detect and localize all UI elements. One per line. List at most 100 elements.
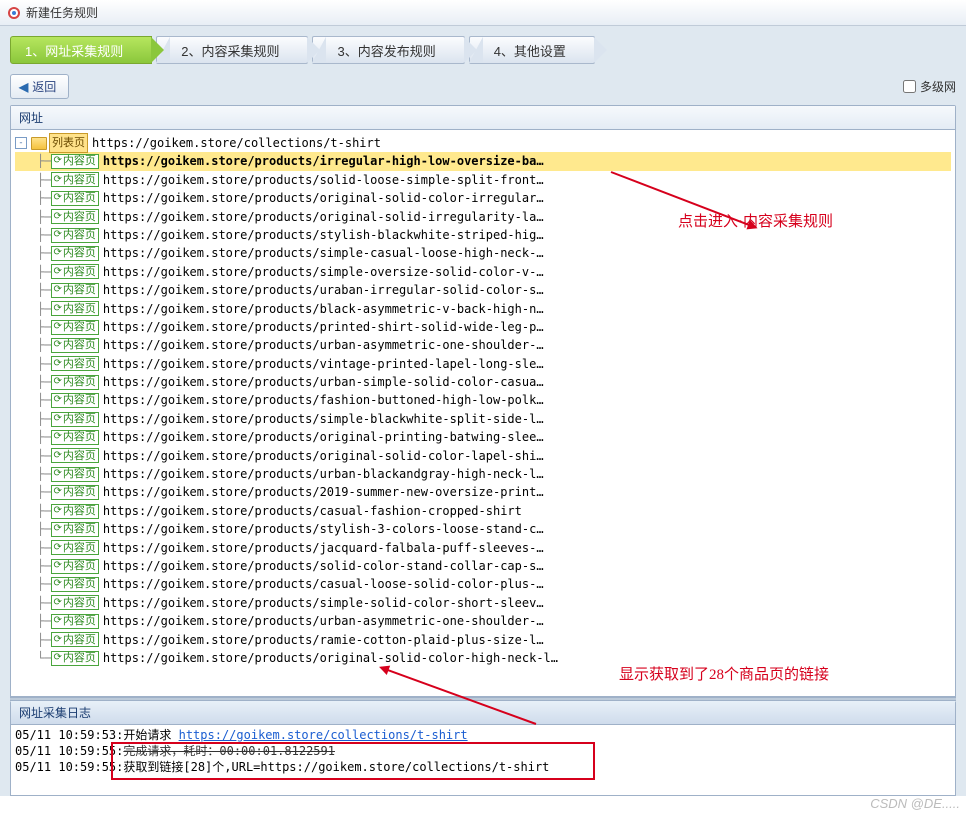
tree-connector: ├─ — [37, 336, 51, 354]
content-page-badge: 内容页 — [51, 467, 98, 482]
tab-url-collect[interactable]: 1、网址采集规则 — [10, 36, 152, 64]
content-page-badge: 内容页 — [51, 154, 98, 169]
content-page-badge: 内容页 — [51, 356, 98, 371]
tree-connector: ├─ — [37, 465, 51, 483]
app-icon — [6, 5, 22, 21]
tree-item[interactable]: ├─内容页https://goikem.store/products/simpl… — [15, 244, 951, 262]
wizard-tabs: 1、网址采集规则 2、内容采集规则 3、内容发布规则 4、其他设置 — [10, 36, 956, 64]
tree-item[interactable]: ├─内容页https://goikem.store/products/simpl… — [15, 410, 951, 428]
tree-connector: ├─ — [37, 612, 51, 630]
tree-item[interactable]: ├─内容页https://goikem.store/products/styli… — [15, 226, 951, 244]
content-page-badge: 内容页 — [51, 375, 98, 390]
log-link[interactable]: https://goikem.store/collections/t-shirt — [179, 728, 468, 742]
tree-item[interactable]: ├─内容页https://goikem.store/products/solid… — [15, 557, 951, 575]
tree-item[interactable]: ├─内容页https://goikem.store/products/origi… — [15, 447, 951, 465]
tree-connector: ├─ — [37, 208, 51, 226]
tree-connector: ├─ — [37, 483, 51, 501]
content-page-badge: 内容页 — [51, 485, 98, 500]
tree-item[interactable]: ├─内容页 https://goikem.store/products/casua… — [15, 502, 951, 520]
item-url: https://goikem.store/products/uraban-irr… — [103, 281, 544, 299]
tree-item[interactable]: ├─内容页https://goikem.store/products/urban… — [15, 336, 951, 354]
tree-item[interactable]: ├─内容页https://goikem.store/products/urban… — [15, 373, 951, 391]
tree-item[interactable]: ├─内容页 https://goikem.store/products/irreg… — [15, 152, 951, 170]
item-url: https://goikem.store/products/solid-colo… — [103, 557, 544, 575]
content-page-badge: 内容页 — [51, 412, 98, 427]
tree-connector: ├─ — [37, 263, 51, 281]
tree-item[interactable]: ├─内容页https://goikem.store/products/ramie… — [15, 631, 951, 649]
tree-connector: ├─ — [37, 502, 51, 520]
item-url: https://goikem.store/products/simple-bla… — [103, 410, 544, 428]
item-url: https://goikem.store/products/simple-ove… — [103, 263, 544, 281]
tree-connector: ├─ — [37, 189, 51, 207]
tree-item[interactable]: ├─内容页https://goikem.store/products/fashi… — [15, 391, 951, 409]
log-line: 05/11 10:59:53:开始请求 https://goikem.store… — [15, 727, 951, 743]
tree-item[interactable]: ├─内容页https://goikem.store/products/urban… — [15, 612, 951, 630]
tree-item[interactable]: ├─内容页https://goikem.store/products/simpl… — [15, 594, 951, 612]
item-url: https://goikem.store/products/simple-cas… — [103, 244, 544, 262]
folder-icon — [31, 137, 47, 150]
tree-connector: ├─ — [37, 355, 51, 373]
tree-connector: ├─ — [37, 520, 51, 538]
tree-item[interactable]: ├─内容页https://goikem.store/products/black… — [15, 300, 951, 318]
item-url: https://goikem.store/products/vintage-pr… — [103, 355, 544, 373]
item-url: https://goikem.store/products/urban-asym… — [103, 612, 544, 630]
tree-item[interactable]: ├─内容页https://goikem.store/products/origi… — [15, 428, 951, 446]
item-url: https://goikem.store/products/casual-fas… — [103, 502, 522, 520]
tree-item[interactable]: ├─内容页 https://goikem.store/products/jacqu… — [15, 539, 951, 557]
collapse-icon[interactable]: - — [15, 137, 27, 149]
content-page-badge: 内容页 — [51, 577, 98, 592]
tree-item[interactable]: └─内容页https://goikem.store/products/origi… — [15, 649, 951, 667]
item-url: https://goikem.store/products/irregular-… — [103, 152, 544, 170]
content-page-badge: 内容页 — [51, 228, 98, 243]
content-page-badge: 内容页 — [51, 191, 98, 206]
watermark: CSDN @DE..... — [870, 796, 960, 811]
content-page-badge: 内容页 — [51, 209, 98, 224]
item-url: https://goikem.store/products/original-s… — [103, 189, 544, 207]
tree-connector: ├─ — [37, 428, 51, 446]
tree-connector: ├─ — [37, 539, 51, 557]
item-url: https://goikem.store/products/urban-simp… — [103, 373, 544, 391]
tree-item[interactable]: ├─内容页https://goikem.store/products/print… — [15, 318, 951, 336]
tree-item[interactable]: ├─内容页https://goikem.store/products/uraba… — [15, 281, 951, 299]
item-url: https://goikem.store/products/solid-loos… — [103, 171, 544, 189]
content-page-badge: 内容页 — [51, 540, 98, 555]
tree-connector: ├─ — [37, 281, 51, 299]
tree-item[interactable]: ├─内容页https://goikem.store/products/urban… — [15, 465, 951, 483]
tree-item[interactable]: ├─内容页 https://goikem.store/products/origi… — [15, 189, 951, 207]
tab-publish-rule[interactable]: 3、内容发布规则 — [312, 36, 464, 64]
content-page-badge: 内容页 — [51, 264, 98, 279]
item-url: https://goikem.store/products/casual-loo… — [103, 575, 544, 593]
back-button[interactable]: ◀ 返回 — [10, 74, 69, 99]
content-page-badge: 内容页 — [51, 320, 98, 335]
tree-root[interactable]: -列表页https://goikem.store/collections/t-s… — [15, 134, 951, 152]
tree-connector: ├─ — [37, 557, 51, 575]
url-panel-header: 网址 — [11, 106, 955, 130]
content-page-badge: 内容页 — [51, 301, 98, 316]
tree-item[interactable]: ├─内容页https://goikem.store/products/origi… — [15, 208, 951, 226]
content-page-badge: 内容页 — [51, 246, 98, 261]
window-title: 新建任务规则 — [26, 4, 98, 21]
tree-item[interactable]: ├─内容页https://goikem.store/products/solid… — [15, 171, 951, 189]
log-pane: 05/11 10:59:53:开始请求 https://goikem.store… — [11, 725, 955, 795]
tree-item[interactable]: ├─内容页https://goikem.store/products/styli… — [15, 520, 951, 538]
item-url: https://goikem.store/products/ramie-cott… — [103, 631, 544, 649]
multilevel-checkbox-input[interactable] — [903, 80, 916, 93]
url-tree[interactable]: -列表页https://goikem.store/collections/t-s… — [11, 130, 955, 696]
chevron-left-icon: ◀ — [19, 80, 28, 94]
item-url: https://goikem.store/products/original-s… — [103, 649, 558, 667]
tree-item[interactable]: ├─内容页 https://goikem.store/products/simpl… — [15, 263, 951, 281]
tree-connector: ├─ — [37, 152, 51, 170]
tree-connector: ├─ — [37, 391, 51, 409]
item-url: https://goikem.store/products/simple-sol… — [103, 594, 544, 612]
tree-item[interactable]: ├─内容页 https://goikem.store/products/vinta… — [15, 355, 951, 373]
tree-item[interactable]: ├─内容页https://goikem.store/products/casua… — [15, 575, 951, 593]
tab-content-collect[interactable]: 2、内容采集规则 — [156, 36, 308, 64]
content-page-badge: 内容页 — [51, 504, 98, 519]
tab-other-settings[interactable]: 4、其他设置 — [469, 36, 595, 64]
multilevel-checkbox[interactable]: 多级网 — [903, 78, 956, 95]
tree-connector: ├─ — [37, 300, 51, 318]
window-title-bar: 新建任务规则 — [0, 0, 966, 26]
content-page-badge: 内容页 — [51, 448, 98, 463]
tree-item[interactable]: ├─内容页https://goikem.store/products/2019-… — [15, 483, 951, 501]
item-url: https://goikem.store/products/jacquard-f… — [103, 539, 544, 557]
